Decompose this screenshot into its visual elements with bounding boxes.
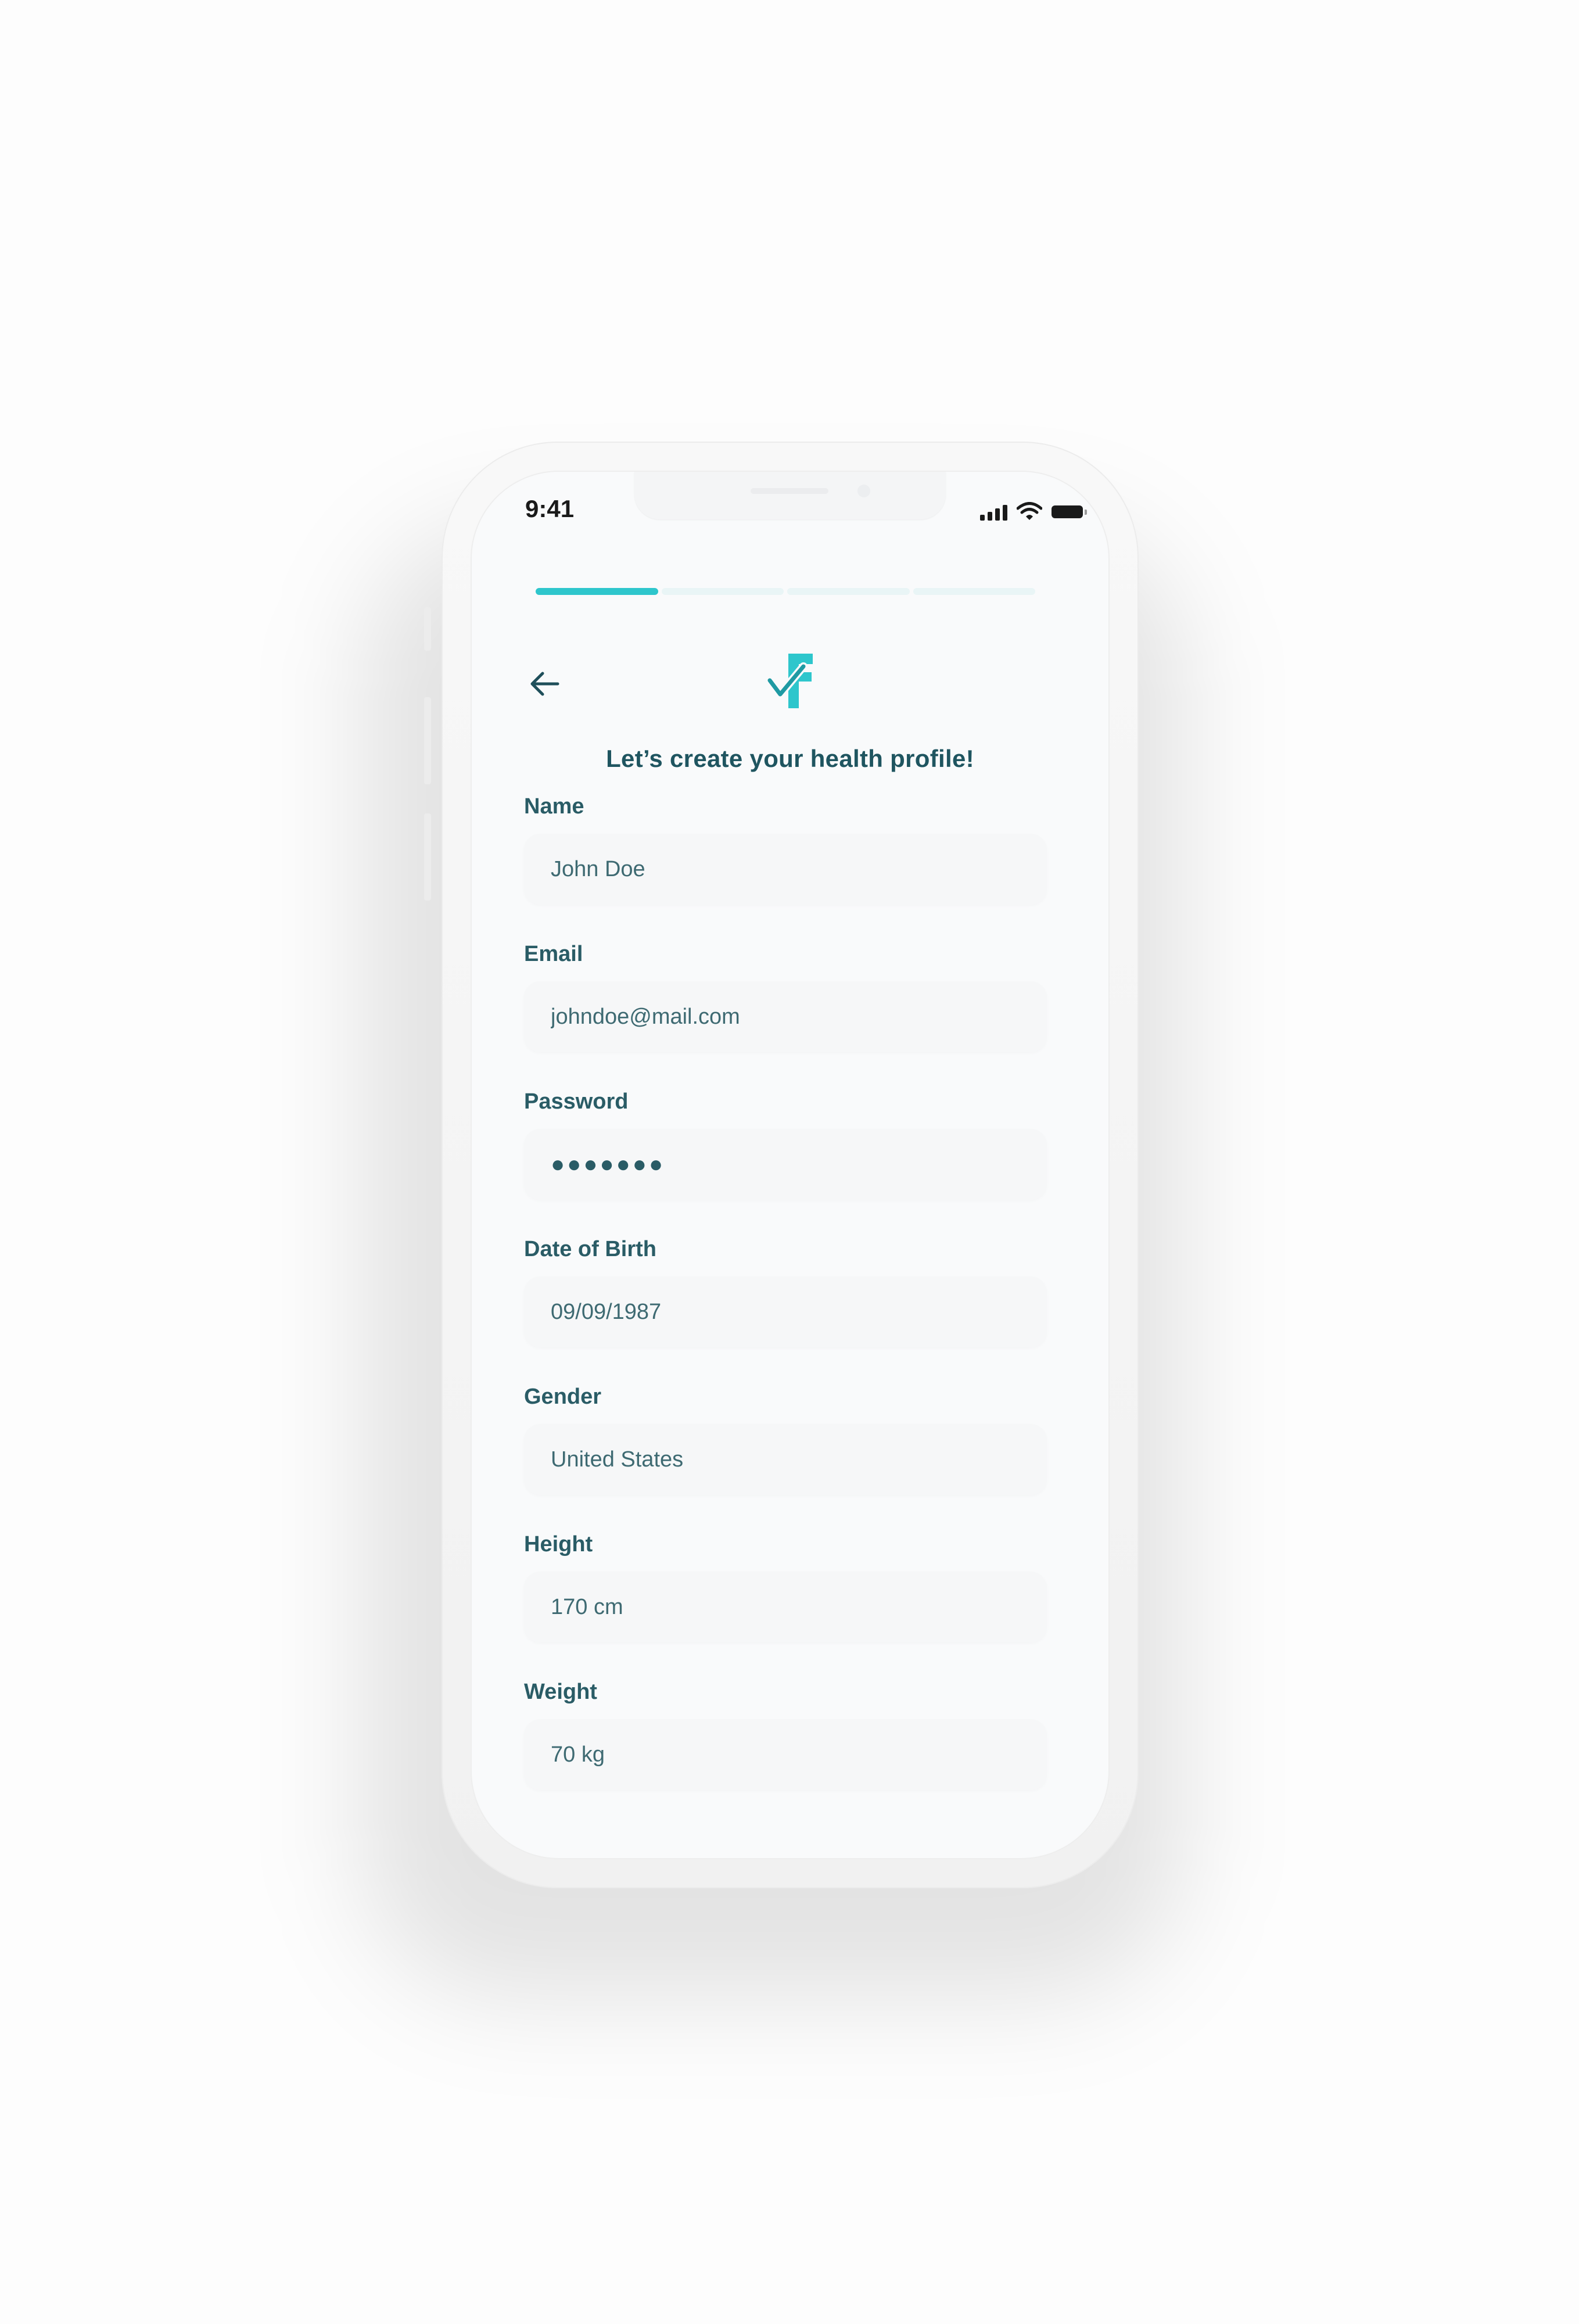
arrow-left-icon <box>530 672 559 696</box>
gender-field-group: Gender <box>524 1385 1058 1532</box>
password-field-group: Password <box>524 1089 1058 1237</box>
email-input[interactable] <box>524 981 1047 1052</box>
weight-field-group: Weight <box>524 1680 1058 1827</box>
weight-label: Weight <box>524 1680 597 1704</box>
name-label: Name <box>524 794 584 819</box>
progress-step-3 <box>787 588 910 595</box>
password-label: Password <box>524 1089 629 1114</box>
name-input[interactable] <box>524 834 1047 905</box>
phone-frame: 9:41 Let’s create your health profile! N… <box>442 442 1139 1888</box>
front-camera <box>857 485 870 497</box>
gender-label: Gender <box>524 1385 602 1409</box>
height-input[interactable] <box>524 1572 1047 1642</box>
phone-screen: 9:41 Let’s create your health profile! N… <box>472 472 1108 1858</box>
dob-input[interactable] <box>524 1276 1047 1347</box>
height-label: Height <box>524 1532 593 1556</box>
volume-down-button <box>424 813 431 901</box>
gender-input[interactable] <box>524 1424 1047 1495</box>
signal-icon <box>980 504 1007 521</box>
app-logo-icon <box>766 654 813 708</box>
name-field-group: Name <box>524 794 1058 942</box>
mute-switch <box>424 607 431 651</box>
email-field-group: Email <box>524 942 1058 1089</box>
page-title: Let’s create your health profile! <box>606 745 974 772</box>
wifi-icon <box>1017 502 1042 520</box>
progress-step-1 <box>536 588 658 595</box>
battery-icon <box>1052 505 1087 518</box>
dob-field-group: Date of Birth <box>524 1237 1058 1385</box>
notch <box>634 472 946 519</box>
speaker-grille <box>751 488 828 494</box>
mockup-stage: 9:41 Let’s create your health profile! N… <box>0 0 1579 2324</box>
status-time: 9:41 <box>525 495 575 522</box>
progress-step-4 <box>913 588 1035 595</box>
volume-up-button <box>424 697 431 784</box>
onboarding-progress-bar <box>536 588 1035 595</box>
email-label: Email <box>524 942 583 966</box>
password-input[interactable] <box>524 1129 1047 1200</box>
dob-label: Date of Birth <box>524 1237 656 1261</box>
health-profile-form: Name Email Password Date of Birth Gender <box>524 794 1058 1827</box>
weight-input[interactable] <box>524 1719 1047 1790</box>
height-field-group: Height <box>524 1532 1058 1680</box>
back-button[interactable] <box>524 664 565 704</box>
status-icons <box>980 497 1087 521</box>
progress-step-2 <box>661 588 784 595</box>
